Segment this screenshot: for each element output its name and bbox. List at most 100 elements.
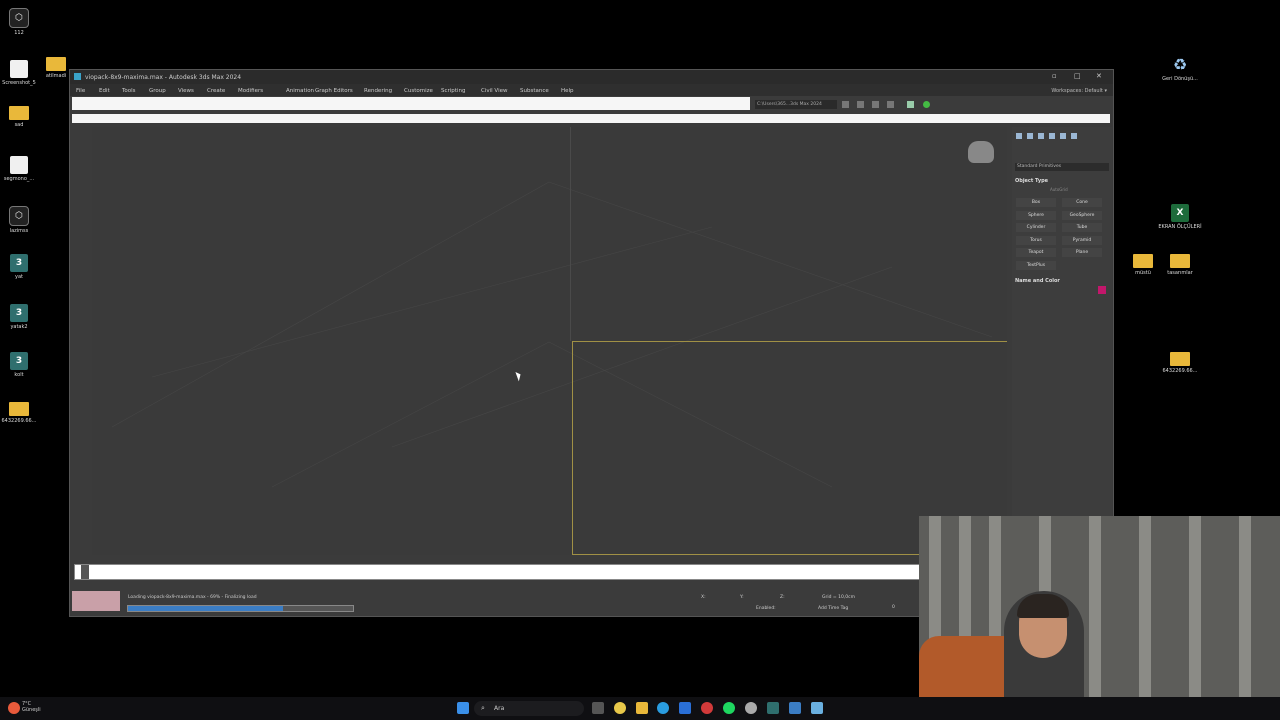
menu-edit[interactable]: Edit <box>99 88 110 94</box>
primitive-cylinder-button[interactable]: Cylinder <box>1016 223 1056 232</box>
menu-modifiers[interactable]: Modifiers <box>238 88 263 94</box>
check-icon[interactable] <box>923 101 930 108</box>
menu-help[interactable]: Help <box>561 88 574 94</box>
photos-icon[interactable] <box>789 702 801 714</box>
viewcube-icon[interactable] <box>968 141 994 163</box>
modify-tab-icon[interactable] <box>1027 133 1033 139</box>
frame-counter[interactable]: 0 <box>892 605 895 610</box>
object-type-header[interactable]: Object Type <box>1015 178 1048 184</box>
utilities-tab-icon[interactable] <box>1071 133 1077 139</box>
hierarchy-tab-icon[interactable] <box>1038 133 1044 139</box>
primitive-textplus-button[interactable]: TextPlus <box>1016 260 1056 270</box>
edge-icon[interactable] <box>657 702 669 714</box>
restore-icon[interactable]: ▫ <box>1052 72 1057 80</box>
excel-icon: X <box>1171 204 1189 222</box>
project-path[interactable]: C:\Users\365...3ds Max 2024 <box>755 100 837 109</box>
desktop-icon[interactable]: sad <box>0 106 41 128</box>
menu-file[interactable]: File <box>76 88 85 94</box>
start-icon[interactable] <box>457 702 469 714</box>
perspective-viewport[interactable] <box>92 127 1007 555</box>
toolbar-icon[interactable] <box>842 101 849 108</box>
autogrid-label[interactable]: AutoGrid <box>1050 187 1068 192</box>
desktop-icon-label: sad <box>14 122 24 128</box>
search-box[interactable]: ⌕ Ara <box>474 701 584 716</box>
primitive-teapot-button[interactable]: Teapot <box>1016 248 1056 257</box>
desktop-icon[interactable]: 3 kolt <box>0 352 41 378</box>
menu-group[interactable]: Group <box>149 88 166 94</box>
app-icon[interactable] <box>811 702 823 714</box>
time-slider[interactable] <box>74 564 921 580</box>
max-icon: 3 <box>10 352 28 370</box>
toolbar-icon[interactable] <box>887 101 894 108</box>
desktop-icon[interactable]: 6432269.66... <box>0 402 41 424</box>
curtain <box>1239 516 1251 720</box>
title-bar[interactable]: viopack-8x9-maxima.max - Autodesk 3ds Ma… <box>70 70 1113 84</box>
desktop-icon[interactable]: segmono_... <box>0 156 41 182</box>
z-coord-label: Z: <box>780 595 785 600</box>
primitive-pyramid-button[interactable]: Pyramid <box>1062 235 1102 245</box>
desktop-icon[interactable]: 3 yatak2 <box>0 304 41 330</box>
curtain <box>1089 516 1101 720</box>
primitive-tube-button[interactable]: Tube <box>1062 223 1102 232</box>
desktop-icon[interactable]: 6432269.66... <box>1158 352 1202 374</box>
menu-views[interactable]: Views <box>178 88 194 94</box>
name-color-header[interactable]: Name and Color <box>1015 278 1060 284</box>
x-coord-label: X: <box>701 595 706 600</box>
menu-animation[interactable]: Animation <box>286 88 314 94</box>
maximize-icon[interactable]: □ <box>1074 72 1081 80</box>
desktop-icon[interactable]: ⬡ lazimss <box>0 206 41 234</box>
display-tab-icon[interactable] <box>1060 133 1066 139</box>
white-icon <box>10 156 28 174</box>
maxscript-listener[interactable] <box>72 591 120 611</box>
menu-tools[interactable]: Tools <box>122 88 136 94</box>
toolbar-icon[interactable] <box>857 101 864 108</box>
app-icon <box>74 73 81 80</box>
folder-icon <box>9 106 29 120</box>
desktop-icon-label: Screenshot_5 <box>2 80 36 86</box>
primitive-plane-button[interactable]: Plane <box>1062 248 1102 257</box>
desktop-icon[interactable]: ⬡ 112 <box>0 8 41 36</box>
primitive-cone-button[interactable]: Cone <box>1062 198 1102 207</box>
task-view-icon[interactable] <box>592 702 604 714</box>
color-swatch[interactable] <box>1098 286 1106 294</box>
category-dropdown[interactable]: Standard Primitives <box>1015 163 1109 171</box>
weather-widget[interactable]: 7°C Güneşli <box>22 701 41 713</box>
taskbar: 7°C Güneşli ⌕ Ara <box>0 697 1280 720</box>
opera-icon[interactable] <box>701 702 713 714</box>
menu-graph-editors[interactable]: Graph Editors <box>315 88 353 94</box>
motion-tab-icon[interactable] <box>1049 133 1055 139</box>
workspaces-selector[interactable]: Workspaces: Default ▾ <box>1051 88 1107 94</box>
menu-rendering[interactable]: Rendering <box>364 88 392 94</box>
app-icon: ⬡ <box>9 206 29 226</box>
menu-customize[interactable]: Customize <box>404 88 433 94</box>
time-slider-thumb[interactable] <box>81 565 89 579</box>
primitive-torus-button[interactable]: Torus <box>1016 235 1056 245</box>
recycle-icon: ♻ <box>1172 55 1188 74</box>
primitive-sphere-button[interactable]: Sphere <box>1016 210 1056 220</box>
primitive-geosphere-button[interactable]: GeoSphere <box>1062 210 1102 220</box>
desktop-icon[interactable]: X EKRAN ÖLÇÜLERİ <box>1158 204 1202 230</box>
primitive-box-button[interactable]: Box <box>1016 198 1056 207</box>
3dsmax-icon[interactable] <box>767 702 779 714</box>
menu-create[interactable]: Create <box>207 88 225 94</box>
menu-civil-view[interactable]: Civil View <box>481 88 507 94</box>
menu-scripting[interactable]: Scripting <box>441 88 465 94</box>
weather-icon[interactable] <box>8 702 20 714</box>
close-icon[interactable]: ✕ <box>1096 72 1102 80</box>
add-time-tag[interactable]: Add Time Tag <box>818 606 848 611</box>
file-explorer-icon[interactable] <box>636 702 648 714</box>
curtain <box>1139 516 1151 720</box>
spotify-icon[interactable] <box>723 702 735 714</box>
mail-icon[interactable] <box>679 702 691 714</box>
desktop-icon[interactable]: 3 yat <box>0 254 41 280</box>
weather-desc: Güneşli <box>22 707 41 713</box>
toolbar-icon[interactable] <box>872 101 879 108</box>
desktop-icon[interactable]: ♻ Geri Dönüşü... <box>1158 55 1202 83</box>
menu-substance[interactable]: Substance <box>520 88 549 94</box>
render-icon[interactable] <box>907 101 914 108</box>
desktop-icon[interactable]: tasarımlar <box>1158 254 1202 276</box>
chrome-icon[interactable] <box>614 702 626 714</box>
settings-icon[interactable] <box>745 702 757 714</box>
desktop-icon-label: Geri Dönüşü... <box>1162 76 1198 82</box>
create-tab-icon[interactable] <box>1016 133 1022 139</box>
